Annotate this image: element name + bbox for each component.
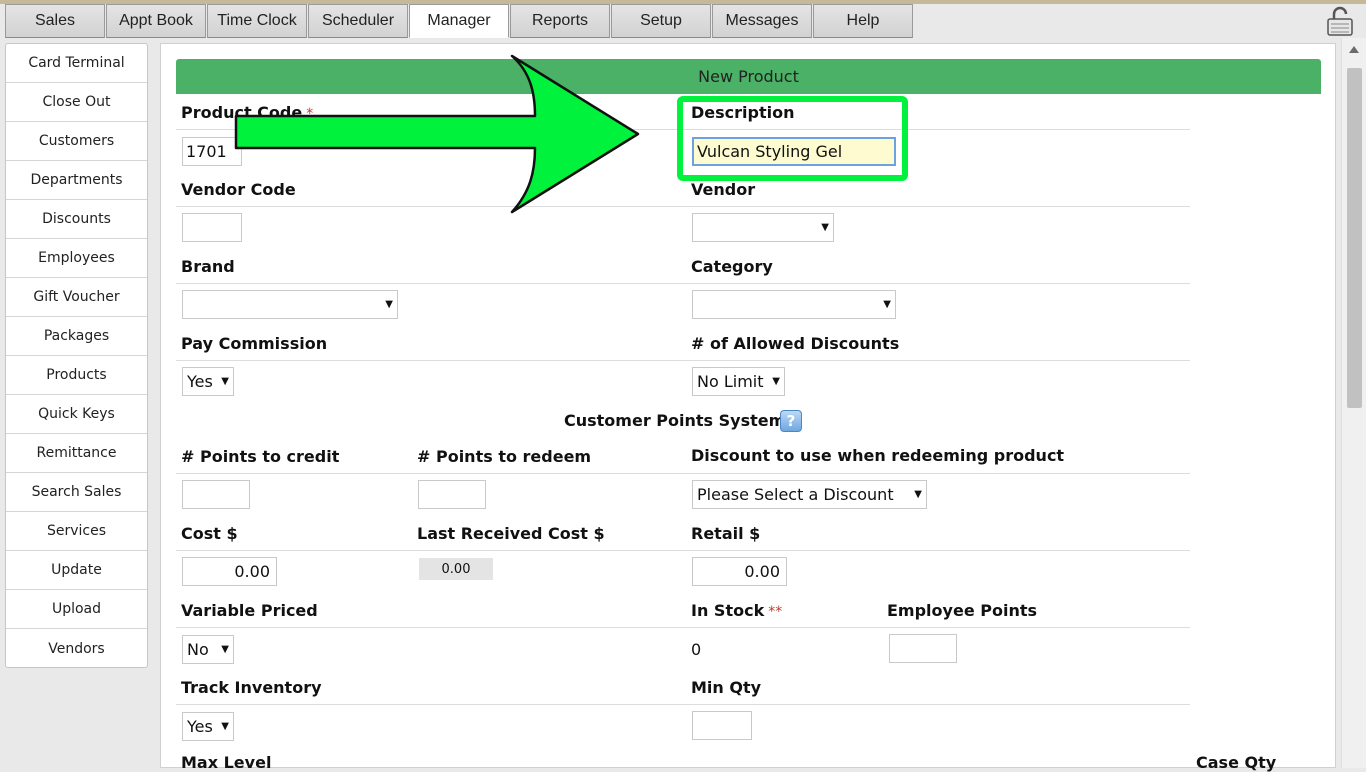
page-scrollbar[interactable] [1341,38,1366,768]
pay-commission-select[interactable]: Yes ▼ [182,367,234,396]
max-level-label: Max Level [181,753,272,772]
row-divider [176,283,1190,284]
lock-icon[interactable] [1325,6,1355,36]
tab-appt-book[interactable]: Appt Book [106,4,206,38]
vendor-select[interactable]: ▼ [692,213,834,242]
sidebar-item-card-terminal[interactable]: Card Terminal [6,44,147,83]
variable-priced-select[interactable]: No ▼ [182,635,234,664]
allowed-discounts-label: # of Allowed Discounts [691,334,900,353]
retail-input[interactable]: 0.00 [692,557,787,586]
min-qty-input[interactable] [692,711,752,740]
tab-manager[interactable]: Manager [409,4,509,38]
points-redeem-input[interactable] [418,480,486,509]
retail-label: Retail $ [691,524,761,543]
variable-priced-label: Variable Priced [181,601,318,620]
case-qty-label: Case Qty [1196,753,1277,772]
chevron-down-icon: ▼ [221,644,229,655]
cost-label: Cost $ [181,524,238,543]
last-received-cost-value: 0.00 [419,558,493,580]
category-select[interactable]: ▼ [692,290,896,319]
points-credit-label: # Points to credit [181,447,340,466]
chevron-down-icon: ▼ [221,376,229,387]
redeem-discount-select[interactable]: Please Select a Discount ▼ [692,480,927,509]
vendor-label: Vendor [691,180,756,199]
sidebar-item-services[interactable]: Services [6,512,147,551]
tab-reports[interactable]: Reports [510,4,610,38]
allowed-discounts-value: No Limit [697,372,764,391]
redeem-discount-label: Discount to use when redeeming product [691,446,1065,465]
sidebar-item-gift-voucher[interactable]: Gift Voucher [6,278,147,317]
last-received-cost-label: Last Received Cost $ [417,524,605,543]
sidebar-item-quick-keys[interactable]: Quick Keys [6,395,147,434]
track-inventory-select[interactable]: Yes ▼ [182,712,234,741]
sidebar-item-close-out[interactable]: Close Out [6,83,147,122]
tab-sales[interactable]: Sales [5,4,105,38]
brand-select[interactable]: ▼ [182,290,398,319]
sidebar-item-packages[interactable]: Packages [6,317,147,356]
help-icon[interactable]: ? [780,410,802,432]
pay-commission-value: Yes [187,372,213,391]
sidebar-item-vendors[interactable]: Vendors [6,629,147,668]
sidebar-item-update[interactable]: Update [6,551,147,590]
min-qty-label: Min Qty [691,678,762,697]
points-credit-input[interactable] [182,480,250,509]
points-redeem-label: # Points to redeem [417,447,592,466]
sidebar-item-search-sales[interactable]: Search Sales [6,473,147,512]
chevron-down-icon: ▼ [821,222,829,233]
tab-setup[interactable]: Setup [611,4,711,38]
row-divider [176,360,1190,361]
tab-time-clock[interactable]: Time Clock [207,4,307,38]
row-divider [176,627,1190,628]
chevron-down-icon: ▼ [221,721,229,732]
sidebar-item-customers[interactable]: Customers [6,122,147,161]
sidebar-item-products[interactable]: Products [6,356,147,395]
chevron-down-icon: ▼ [914,489,922,500]
scroll-up-icon[interactable] [1349,46,1359,53]
annotation-arrow-icon [234,54,640,214]
required-mark: ** [768,604,783,620]
annotation-highlight-box [677,96,908,181]
sidebar-item-remittance[interactable]: Remittance [6,434,147,473]
row-divider [176,550,1190,551]
in-stock-value: 0 [691,640,702,659]
sidebar-item-upload[interactable]: Upload [6,590,147,629]
chevron-down-icon: ▼ [772,376,780,387]
tab-help[interactable]: Help [813,4,913,38]
main-tab-bar: Sales Appt Book Time Clock Scheduler Man… [5,4,914,38]
cost-input[interactable]: 0.00 [182,557,277,586]
sidebar-item-employees[interactable]: Employees [6,239,147,278]
variable-priced-value: No [187,640,209,659]
pay-commission-label: Pay Commission [181,334,328,353]
employee-points-input[interactable] [889,634,957,663]
points-section-title: Customer Points System [564,411,786,430]
brand-label: Brand [181,257,235,276]
track-inventory-label: Track Inventory [181,678,322,697]
redeem-discount-value: Please Select a Discount [697,485,894,504]
sidebar-item-discounts[interactable]: Discounts [6,200,147,239]
tab-scheduler[interactable]: Scheduler [308,4,408,38]
scroll-thumb[interactable] [1347,68,1362,408]
row-divider [176,473,1190,474]
in-stock-label: In Stock ** [691,601,783,620]
category-label: Category [691,257,773,276]
tab-messages[interactable]: Messages [712,4,812,38]
row-divider [176,704,1190,705]
manager-sidebar: Card Terminal Close Out Customers Depart… [5,43,148,668]
chevron-down-icon: ▼ [385,299,393,310]
sidebar-item-departments[interactable]: Departments [6,161,147,200]
employee-points-label: Employee Points [887,601,1037,620]
track-inventory-value: Yes [187,717,213,736]
chevron-down-icon: ▼ [883,299,891,310]
allowed-discounts-select[interactable]: No Limit ▼ [692,367,785,396]
